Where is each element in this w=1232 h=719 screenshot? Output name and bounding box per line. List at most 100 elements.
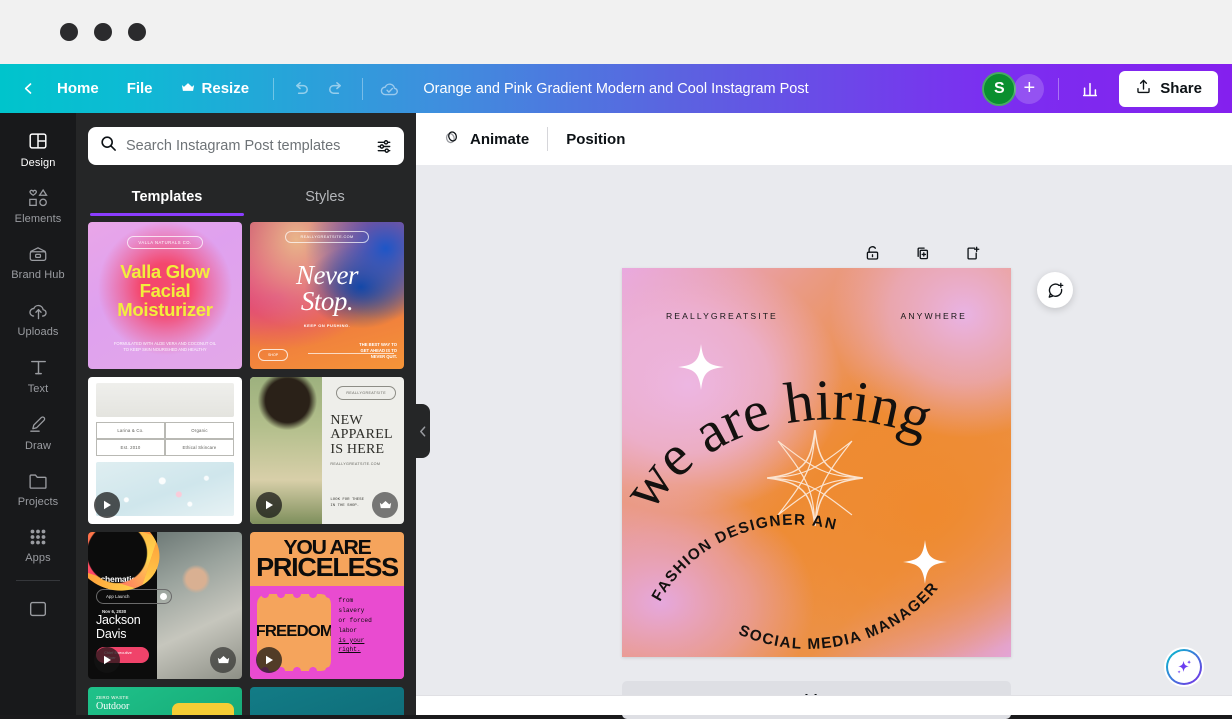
back-chevron-icon[interactable]	[16, 76, 41, 101]
design-title[interactable]: Orange and Pink Gradient Modern and Cool…	[413, 76, 818, 102]
sidebar-item-text[interactable]: Text	[4, 348, 72, 402]
panel-tabs: Templates Styles	[76, 175, 416, 216]
apparel-brand: REALLYGREATSITE	[336, 386, 396, 400]
share-button[interactable]: Share	[1119, 70, 1218, 107]
shapes-icon	[26, 188, 50, 208]
canvas-label-location[interactable]: ANYWHERE	[901, 311, 967, 321]
search-input[interactable]	[126, 138, 364, 154]
page-tools	[416, 239, 1232, 267]
object-toolbar: Animate Position	[416, 113, 1232, 165]
template-thumbnail-valla[interactable]: VALLA NATURALS CO. Valla Glow Facial Moist…	[88, 222, 242, 369]
design-canvas-page[interactable]: REALLYGREATSITE ANYWHERE we are hiring	[622, 268, 1011, 657]
position-button[interactable]: Position	[554, 121, 637, 157]
bar-chart-icon[interactable]	[1073, 72, 1107, 106]
role-line-1: FASHION DESIGNER AND	[622, 506, 838, 604]
lock-icon[interactable]	[858, 239, 886, 267]
magic-sparkle-icon[interactable]	[1166, 649, 1202, 685]
home-button[interactable]: Home	[43, 72, 113, 106]
template-thumbnail-priceless[interactable]: YOU ARE PRICELESS FREEDOM from slavery or …	[250, 532, 404, 679]
editor-area: Animate Position REALLYGREATSITE ANYWHER…	[416, 113, 1232, 719]
search-box[interactable]	[88, 127, 404, 165]
template-thumbnail-apparel[interactable]: REALLYGREATSITE NEW APPAREL IS HERE REALLY…	[250, 377, 404, 524]
sidebar-label-brand-hub: Brand Hub	[11, 269, 65, 281]
never-title: Never Stop.	[296, 260, 358, 316]
redo-button[interactable]	[318, 72, 352, 106]
add-collaborator-icon[interactable]: +	[1014, 73, 1045, 104]
canvas-label-site[interactable]: REALLYGREATSITE	[666, 311, 778, 321]
animate-button[interactable]: Animate	[430, 121, 541, 157]
header-right-group: S + Share	[982, 70, 1232, 107]
role-line-2: SOCIAL MEDIA MANAGER	[736, 579, 941, 653]
canvas-area: REALLYGREATSITE ANYWHERE we are hiring	[416, 165, 1232, 719]
resize-button[interactable]: Resize	[167, 72, 264, 106]
valla-title: Valla Glow Facial Moisturizer	[117, 261, 213, 321]
sidebar-label-apps: Apps	[25, 552, 51, 564]
collapse-panel-button[interactable]	[416, 404, 430, 458]
sidebar-item-uploads[interactable]: Uploads	[4, 291, 72, 345]
file-menu-button[interactable]: File	[113, 72, 167, 106]
play-icon[interactable]	[256, 492, 282, 518]
canvas-roles[interactable]: FASHION DESIGNER AND SOCIAL MEDIA MANAGE…	[622, 506, 1011, 656]
duplicate-icon[interactable]	[908, 239, 936, 267]
valla-subtitle: FORMULATED WITH ALDE VERA AND COCONUT OI…	[113, 340, 217, 352]
crown-icon	[181, 80, 195, 97]
play-icon[interactable]	[94, 647, 120, 673]
sidebar-item-design[interactable]: Design	[4, 121, 72, 176]
jackson-pill-dot	[160, 593, 167, 600]
priceless-line-2: PRICELESS	[256, 554, 399, 583]
template-thumbnail-jackson-davis[interactable]: schematiq App Launch Nov 6, 2030 Jackson…	[88, 532, 242, 679]
never-button: SHOP	[258, 349, 289, 361]
comment-plus-icon[interactable]	[1037, 272, 1073, 308]
header-divider-3	[1058, 77, 1060, 100]
left-sidebar: Design Elements Brand Hub Uploads Text D…	[0, 113, 76, 715]
file-label: File	[126, 80, 153, 97]
template-thumbnail-teal[interactable]	[250, 687, 404, 715]
cloud-saved-icon[interactable]	[373, 72, 407, 106]
browser-chrome	[0, 0, 1232, 64]
skincare-cell: Est. 2010	[96, 439, 165, 456]
window-close-dot[interactable]	[60, 23, 78, 41]
wallet-icon	[27, 244, 49, 264]
cloud-upload-icon	[27, 300, 50, 321]
skincare-photo	[96, 383, 234, 417]
sidebar-item-apps[interactable]: Apps	[4, 518, 72, 571]
crown-pro-icon	[210, 647, 236, 673]
layout-panels-icon	[27, 130, 49, 152]
template-grid: VALLA NATURALS CO. Valla Glow Facial Moist…	[76, 216, 416, 715]
headline-text: we are hiring	[622, 367, 941, 520]
sidebar-item-draw[interactable]: Draw	[4, 405, 72, 459]
play-icon[interactable]	[256, 647, 282, 673]
animate-rings-icon	[442, 127, 462, 151]
avatar[interactable]: S	[982, 71, 1017, 106]
window-maximize-dot[interactable]	[128, 23, 146, 41]
template-thumbnail-skincare[interactable]: Larina & Co. Organic Est. 2010 Ethical S…	[88, 377, 242, 524]
template-thumbnail-never-stop[interactable]: REALLYGREATSITE.COM Never Stop. KEEP ON P…	[250, 222, 404, 369]
magic-sparkle-glyph	[1177, 660, 1192, 674]
skincare-cell: Organic	[165, 422, 234, 439]
window-minimize-dot[interactable]	[94, 23, 112, 41]
tab-templates[interactable]: Templates	[88, 179, 246, 216]
search-icon	[100, 135, 117, 157]
sidebar-item-more[interactable]	[4, 589, 72, 627]
animate-label: Animate	[470, 130, 530, 148]
position-label: Position	[566, 130, 626, 148]
never-brand: REALLYGREATSITE.COM	[285, 231, 369, 243]
play-icon[interactable]	[94, 492, 120, 518]
sidebar-item-brand-hub[interactable]: Brand Hub	[4, 235, 72, 288]
add-page-icon[interactable]	[958, 239, 986, 267]
skincare-cell: Larina & Co.	[96, 422, 165, 439]
sliders-filter-icon[interactable]	[373, 135, 396, 158]
upload-icon	[1135, 78, 1152, 99]
freedom-label: FREEDOM	[255, 623, 334, 641]
window-controls	[60, 23, 146, 41]
editor-bottom-bar	[416, 695, 1232, 715]
tab-styles[interactable]: Styles	[246, 179, 404, 216]
undo-button[interactable]	[284, 72, 318, 106]
sidebar-item-projects[interactable]: Projects	[4, 462, 72, 515]
priceless-heading: YOU ARE PRICELESS	[250, 532, 404, 586]
crown-pro-icon	[372, 492, 398, 518]
sidebar-label-design: Design	[20, 157, 56, 169]
sidebar-label-text: Text	[27, 383, 49, 395]
template-thumbnail-zero-waste[interactable]: ZERO WASTE Outdoor	[88, 687, 242, 715]
sidebar-item-elements[interactable]: Elements	[4, 179, 72, 232]
